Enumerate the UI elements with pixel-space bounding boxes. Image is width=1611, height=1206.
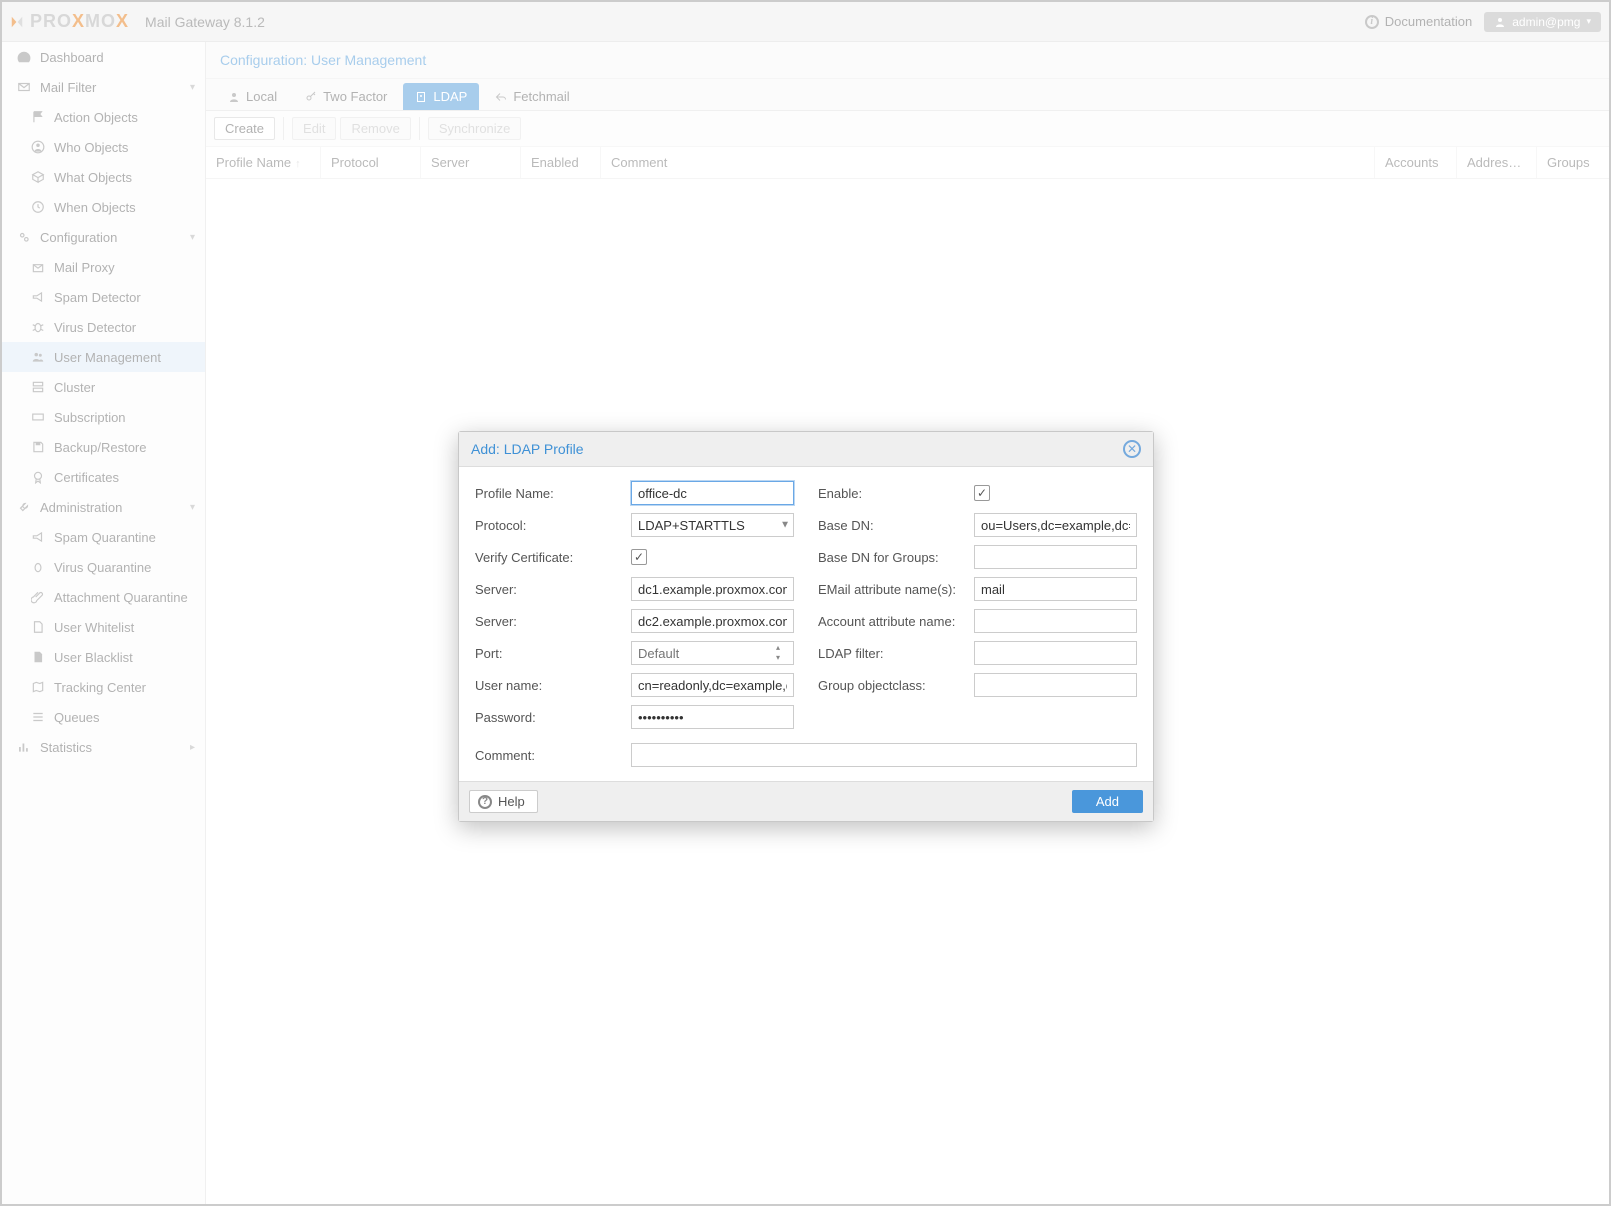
label-base-dn-groups: Base DN for Groups:	[818, 550, 974, 565]
dialog-titlebar[interactable]: Add: LDAP Profile ✕	[459, 432, 1153, 467]
label-enable: Enable:	[818, 486, 974, 501]
help-button[interactable]: ? Help	[469, 790, 538, 813]
label-port: Port:	[475, 646, 631, 661]
dialog-title-text: Add: LDAP Profile	[471, 441, 584, 457]
label-group-objectclass: Group objectclass:	[818, 678, 974, 693]
label-profile-name: Profile Name:	[475, 486, 631, 501]
label-password: Password:	[475, 710, 631, 725]
label-comment: Comment:	[475, 748, 631, 763]
enable-checkbox[interactable]	[974, 485, 990, 501]
add-button[interactable]: Add	[1072, 790, 1143, 813]
password-input[interactable]	[631, 705, 794, 729]
label-base-dn: Base DN:	[818, 518, 974, 533]
label-server1: Server:	[475, 582, 631, 597]
close-icon[interactable]: ✕	[1123, 440, 1141, 458]
verify-certificate-checkbox[interactable]	[631, 549, 647, 565]
label-ldap-filter: LDAP filter:	[818, 646, 974, 661]
account-attr-input[interactable]	[974, 609, 1137, 633]
email-attr-input[interactable]	[974, 577, 1137, 601]
help-icon: ?	[478, 795, 492, 809]
username-input[interactable]	[631, 673, 794, 697]
label-email-attr: EMail attribute name(s):	[818, 582, 974, 597]
comment-input[interactable]	[631, 743, 1137, 767]
protocol-select[interactable]	[631, 513, 794, 537]
profile-name-input[interactable]	[631, 481, 794, 505]
ldap-filter-input[interactable]	[974, 641, 1137, 665]
label-verify-certificate: Verify Certificate:	[475, 550, 631, 565]
label-protocol: Protocol:	[475, 518, 631, 533]
group-objectclass-input[interactable]	[974, 673, 1137, 697]
port-input[interactable]	[631, 641, 794, 665]
server2-input[interactable]	[631, 609, 794, 633]
base-dn-groups-input[interactable]	[974, 545, 1137, 569]
add-ldap-profile-dialog: Add: LDAP Profile ✕ Profile Name: Protoc…	[458, 431, 1154, 822]
label-server2: Server:	[475, 614, 631, 629]
label-username: User name:	[475, 678, 631, 693]
base-dn-input[interactable]	[974, 513, 1137, 537]
server1-input[interactable]	[631, 577, 794, 601]
label-account-attr: Account attribute name:	[818, 614, 974, 629]
